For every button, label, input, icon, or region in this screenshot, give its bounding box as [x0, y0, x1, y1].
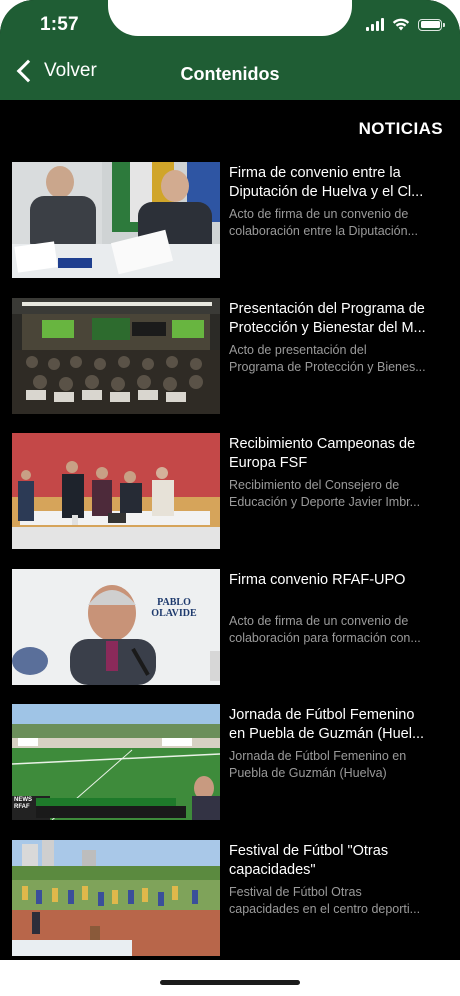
news-thumbnail — [12, 839, 220, 956]
news-thumbnail: PABLO OLAVIDE — [12, 568, 220, 685]
cellular-signal-icon — [366, 18, 384, 31]
status-icons — [366, 18, 445, 31]
device-notch — [108, 0, 352, 36]
news-title: Festival de Fútbol "Otras capacidades" — [229, 842, 389, 878]
news-title: Firma convenio RFAF-UPO — [229, 571, 406, 588]
section-title: NOTICIAS — [358, 119, 443, 138]
app-screen: 1:57 Volver Contenidos NOTICIAS Firma de… — [0, 0, 460, 960]
thumbnail-logo-text: PABLO OLAVIDE — [151, 596, 197, 619]
page-title: Contenidos — [180, 64, 280, 84]
news-item[interactable]: NEWS RFAF Jornada de Fútbol Femenino en … — [0, 704, 460, 821]
news-description: Acto de firma de un convenio de colabora… — [229, 207, 419, 238]
news-list: Firma de convenio entre la Diputación de… — [0, 162, 460, 960]
wifi-icon — [392, 18, 410, 31]
news-item[interactable]: Firma de convenio entre la Diputación de… — [0, 162, 460, 279]
news-thumbnail — [12, 433, 220, 549]
news-thumbnail — [12, 297, 220, 414]
news-thumbnail — [12, 162, 220, 278]
navigation-header: 1:57 Volver Contenidos — [0, 0, 460, 100]
news-title: Jornada de Fútbol Femenino en Puebla de … — [229, 707, 425, 742]
news-item[interactable]: Recibimiento Campeonas de Europa FSF Rec… — [0, 433, 460, 550]
status-time: 1:57 — [40, 14, 79, 35]
news-title: Recibimiento Campeonas de Europa FSF — [229, 436, 416, 471]
home-indicator[interactable] — [160, 980, 300, 985]
battery-icon — [418, 18, 445, 31]
news-title: Presentación del Programa de Protección … — [229, 300, 426, 336]
news-item[interactable]: PABLO OLAVIDE Firma convenio RFAF-UPO Ac… — [0, 568, 460, 686]
news-description: Jornada de Fútbol Femenino en Puebla de … — [229, 749, 407, 780]
home-indicator-area — [0, 960, 460, 996]
news-description: Recibimiento del Consejero de Educación … — [229, 478, 421, 509]
news-description: Acto de firma de un convenio de colabora… — [229, 613, 421, 645]
news-description: Festival de Fútbol Otras capacidades en … — [229, 884, 421, 916]
news-item[interactable]: Festival de Fútbol "Otras capacidades" F… — [0, 839, 460, 957]
news-item[interactable]: Presentación del Programa de Protección … — [0, 297, 460, 415]
news-description: Acto de presentación del Programa de Pro… — [229, 342, 426, 374]
thumbnail-badge-text: NEWS RFAF — [14, 797, 32, 810]
news-title: Firma de convenio entre la Diputación de… — [229, 165, 424, 200]
news-thumbnail: NEWS RFAF — [12, 704, 220, 820]
